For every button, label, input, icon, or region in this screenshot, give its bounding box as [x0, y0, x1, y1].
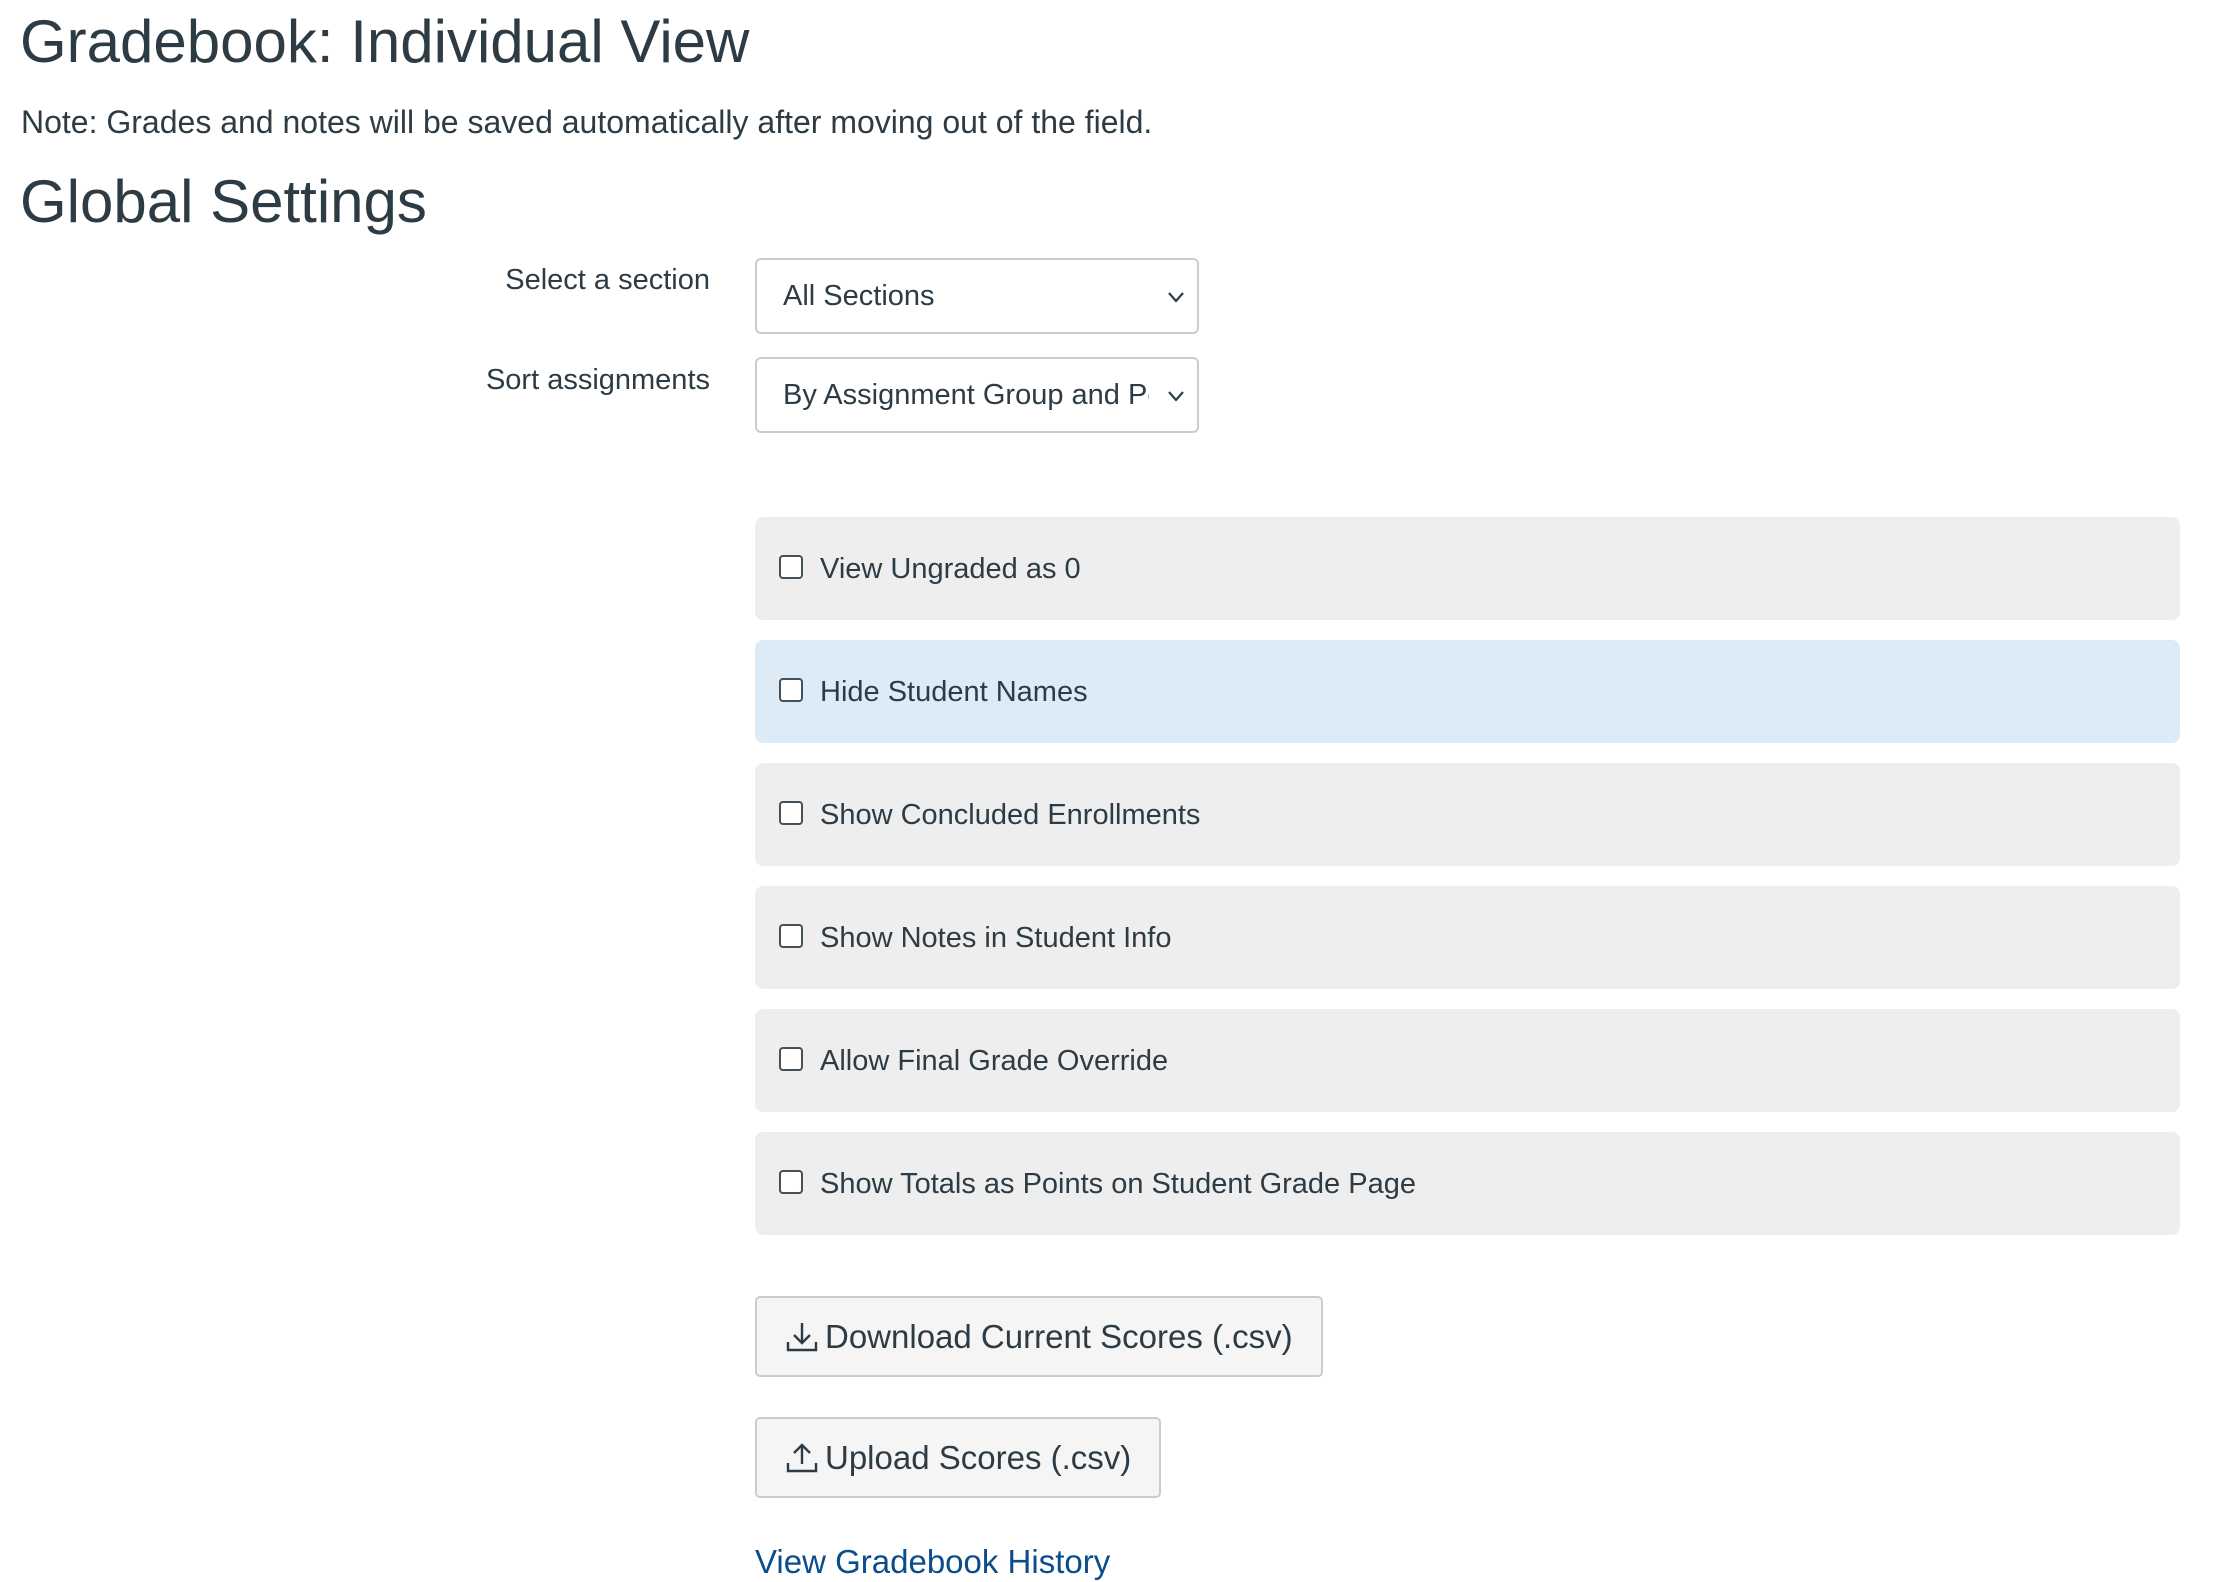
view-gradebook-history-link[interactable]: View Gradebook History: [755, 1542, 1110, 1582]
download-current-scores-button[interactable]: Download Current Scores (.csv): [755, 1296, 1323, 1377]
sort-select[interactable]: By Assignment Group and Position: [755, 357, 1199, 433]
hide-student-names-checkbox[interactable]: [779, 677, 803, 702]
section-select[interactable]: All Sections: [755, 258, 1199, 334]
upload-button-label: Upload Scores (.csv): [825, 1438, 1132, 1476]
show-notes-checkbox[interactable]: [779, 923, 803, 948]
show-totals-as-points-checkbox[interactable]: [779, 1169, 803, 1194]
upload-icon: [786, 1442, 818, 1472]
option-view-ungraded-as-zero[interactable]: View Ungraded as 0: [755, 517, 2180, 620]
autosave-note: Note: Grades and notes will be saved aut…: [21, 104, 1153, 140]
global-settings-heading: Global Settings: [20, 168, 427, 235]
upload-scores-button[interactable]: Upload Scores (.csv): [755, 1417, 1162, 1498]
download-button-label: Download Current Scores (.csv): [825, 1317, 1293, 1355]
section-select-value: All Sections: [783, 279, 935, 312]
chevron-down-icon: [1168, 292, 1184, 303]
option-label: View Ungraded as 0: [820, 552, 1081, 585]
option-hide-student-names[interactable]: Hide Student Names: [755, 640, 2180, 743]
option-label: Hide Student Names: [820, 675, 1088, 708]
download-icon: [786, 1322, 818, 1351]
option-show-concluded-enrollments[interactable]: Show Concluded Enrollments: [755, 763, 2180, 866]
option-label: Show Concluded Enrollments: [820, 798, 1201, 831]
option-label: Show Notes in Student Info: [820, 921, 1172, 954]
sort-select-label: Sort assignments: [485, 364, 710, 396]
sort-select-value: By Assignment Group and Position: [783, 378, 1149, 411]
show-concluded-enrollments-checkbox[interactable]: [779, 800, 803, 825]
option-label: Allow Final Grade Override: [820, 1044, 1169, 1077]
section-select-label: Select a section: [505, 264, 710, 296]
option-show-notes-in-student-info[interactable]: Show Notes in Student Info: [755, 886, 2180, 989]
page-title: Gradebook: Individual View: [20, 8, 750, 75]
option-allow-final-grade-override[interactable]: Allow Final Grade Override: [755, 1009, 2180, 1112]
allow-final-grade-override-checkbox[interactable]: [779, 1046, 803, 1071]
option-label: Show Totals as Points on Student Grade P…: [820, 1167, 1416, 1200]
chevron-down-icon: [1168, 391, 1184, 402]
view-ungraded-checkbox[interactable]: [779, 554, 803, 579]
option-show-totals-as-points[interactable]: Show Totals as Points on Student Grade P…: [755, 1132, 2180, 1235]
